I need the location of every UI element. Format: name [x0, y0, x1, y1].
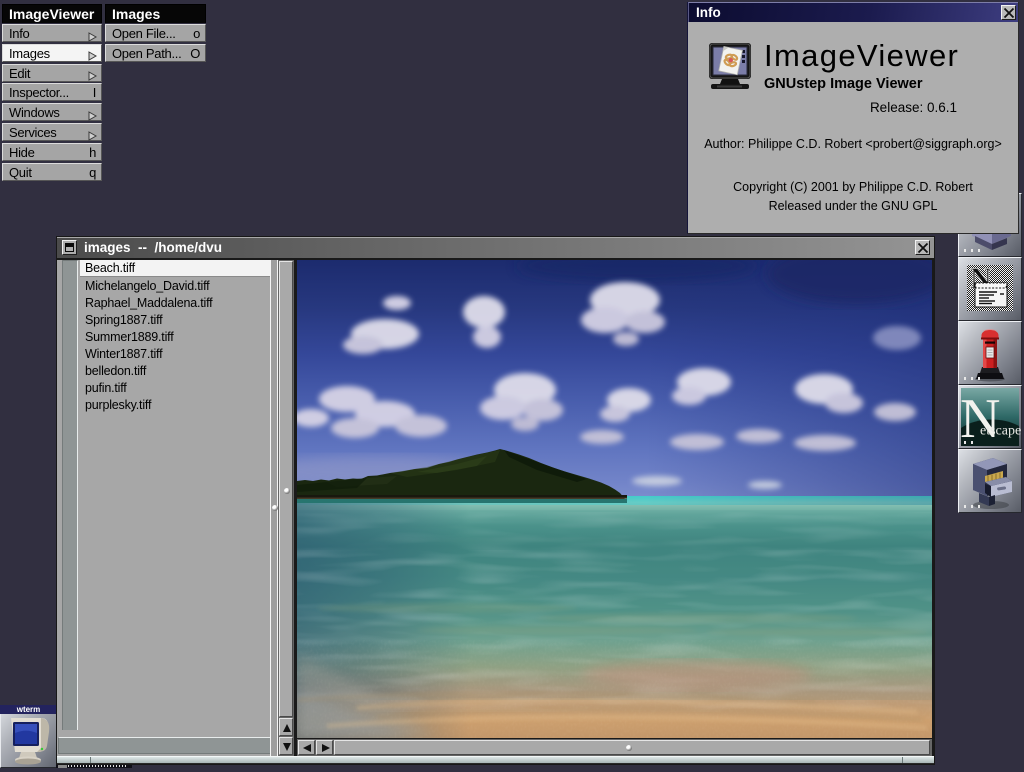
- svg-text:N: N: [960, 388, 1000, 448]
- svg-text:etscape: etscape: [980, 424, 1021, 439]
